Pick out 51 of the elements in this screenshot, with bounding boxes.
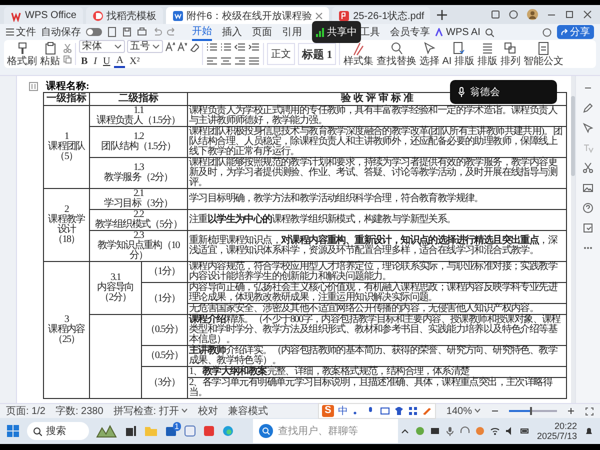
criteria-cell: 1、教学大纲和教案完整、详细，教案格式规范，结构合理，体系清楚 bbox=[188, 366, 566, 378]
input-method-logo: S bbox=[322, 405, 334, 417]
criteria-cell: 课程介绍精练。（不少于800字，内容包括教学目标和主要内容、授课教师和授课对象、课程类型和学时学分、教学方法及组织形式、教材和参考书目、实践能力培养以及特色介绍等基本信息）。 bbox=[188, 314, 566, 346]
criteria-cell: 课程内容规范，符合学校应用型人才培养定位，理论联系实际，与职业标准对接；实践教学内容设计能培养学生的创新能力和解决问题能力。 bbox=[188, 262, 566, 282]
category-name: 课程团队 bbox=[47, 142, 86, 152]
indicator-points: （2分） bbox=[98, 293, 132, 303]
course-name-label: 课程名称: bbox=[46, 81, 90, 92]
indicator-title: 教学知识点重构（10分） bbox=[96, 241, 181, 261]
criteria-cell: 课程负责人为学校正式聘用的专任教师，具有丰富教学经验和一定的学术造诣。课程负责人与主讲教师师德好，教学能力强。 bbox=[188, 106, 566, 126]
notification-badge: 1 bbox=[172, 422, 181, 431]
criteria-cell: 2、各学习单元有明确单元学习目标说明，且描述准确、具体，课程重点突出，主次详略得当。 bbox=[188, 378, 566, 398]
sharing-label: 共享中 bbox=[327, 26, 357, 39]
indicator-number: 3.1 bbox=[110, 273, 121, 283]
score-cell: （1分） bbox=[142, 282, 188, 314]
column-header: 二级指标 bbox=[90, 92, 188, 106]
search-placeholder: 搜索 bbox=[46, 424, 66, 438]
indicator-title: 团队结构（1.5分） bbox=[100, 142, 177, 152]
criteria-cell: 课程团队能够按照规范的教学计划和要求，持续为学习者提供有效的教学服务，教学内容更新及时，为学习者提供测验、作业、考试、答疑、讨论等教学活动，及时开展在线指导与测评。 bbox=[188, 158, 566, 188]
category-points: （25） bbox=[52, 335, 81, 345]
criteria-cell: 学习目标明确，教学方法和教学活动组织科学合理，符合教育教学规律。 bbox=[188, 188, 566, 210]
score-cell: （1分） bbox=[142, 262, 188, 282]
score-cell: （3分） bbox=[142, 366, 188, 398]
criteria-cell: 主讲教师介绍详实。（内容包括教师的基本简历、获得的荣誉、研究方向、研究特色、教学成果、教学特色等）。 bbox=[188, 346, 566, 366]
indicator-number: 2.1 bbox=[133, 189, 144, 199]
category-points: （18） bbox=[52, 235, 81, 245]
indicator-title: 教学服务（2分） bbox=[103, 173, 174, 183]
category-points: （5） bbox=[54, 152, 79, 162]
indicator-number: 1.3 bbox=[133, 163, 145, 173]
criteria-cell: 课程团队积极投身信息技术与教育教学深度融合的教学改革(团队所有主讲教师共建共用)。团队结构合理、人员稳定，除课程负责人和主讲教师外，还应配备必要的助理教师，保障线上线下教学的正常有序运行。 bbox=[188, 126, 566, 158]
score-cell: （0.5分） bbox=[142, 346, 188, 366]
score-cell: （0.5分） bbox=[142, 314, 188, 346]
indicator-title: 教学组织模式（5分） bbox=[94, 220, 183, 230]
indicator-number: 1.1 bbox=[133, 106, 145, 116]
category-number: 1 bbox=[64, 132, 69, 142]
indicator-title: 课程负责人（1.5分） bbox=[96, 116, 182, 126]
category-name: 课程内容 bbox=[47, 325, 86, 335]
criteria-cell: 无危害国家安全、涉密及其他不适宜网络公开传播的内容，无侵害他人知识产权内容。 bbox=[188, 304, 566, 314]
category-number: 3 bbox=[64, 315, 69, 325]
indicator-number: 2.3 bbox=[133, 231, 144, 241]
indicator-title: 学习目标（3分） bbox=[103, 199, 174, 209]
column-header: 一级指标 bbox=[44, 92, 90, 106]
criteria-cell: 注重以学生为中心的课程教学组织新模式，构建教与学新型关系。 bbox=[188, 210, 566, 230]
category-number: 2 bbox=[64, 205, 69, 215]
indicator-number: 1.2 bbox=[133, 132, 145, 142]
indicator-number: 2.2 bbox=[133, 210, 144, 220]
category-name: 课程教学设计 bbox=[47, 215, 86, 235]
autosave-label: 自动保存 bbox=[41, 26, 81, 39]
criteria-cell: 内容导向正确，弘扬社会主义核心价值观，有机融入课程思政；课程内容反映学科专业先进理论成果，体现教改教研成果，注重运用知识解决实际问题。 bbox=[188, 282, 566, 304]
search-placeholder: 查找用户、群聊等 bbox=[278, 424, 358, 438]
indicator-title: 内容导向 bbox=[96, 283, 135, 293]
criteria-cell: 重新梳理课程知识点，对课程内容重构、重新设计，知识点的选择进行精选且突出重点，深浅适宜，课程知识体系科学，资源及环节配置合理多样，适合在线学习和混合式教学。 bbox=[188, 230, 566, 262]
